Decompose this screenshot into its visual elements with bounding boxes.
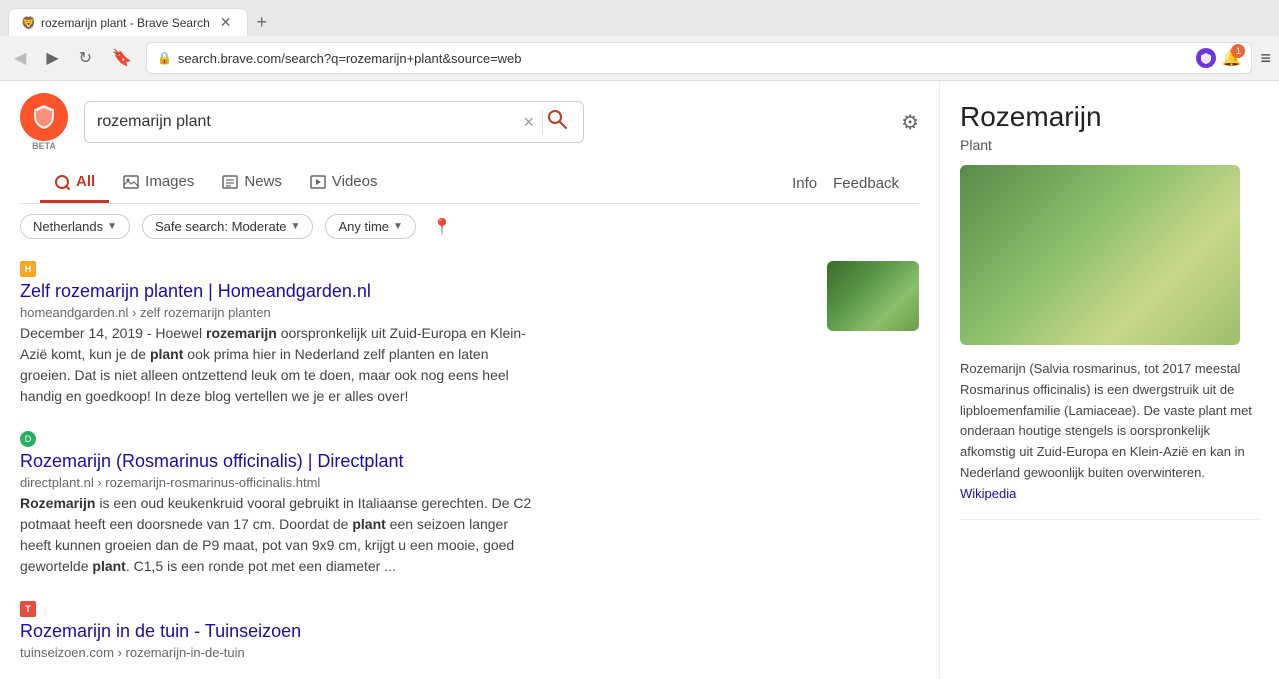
- address-bar[interactable]: 🔒 search.brave.com/search?q=rozemarijn+p…: [146, 42, 1253, 74]
- kp-wikipedia-link[interactable]: Wikipedia: [960, 486, 1016, 501]
- new-tab-button[interactable]: +: [248, 12, 275, 33]
- filters-bar: Netherlands ▼ Safe search: Moderate ▼ An…: [0, 204, 939, 249]
- result-item: T Rozemarijn in de tuin - Tuinseizoen tu…: [20, 601, 919, 663]
- result-header: H Zelf rozemarijn planten | Homeandgarde…: [20, 261, 919, 407]
- result-thumbnail: [827, 261, 919, 331]
- result-left: D Rozemarijn (Rosmarinus officinalis) | …: [20, 431, 919, 577]
- time-filter[interactable]: Any time ▼: [325, 214, 415, 239]
- lock-icon: 🔒: [157, 51, 172, 65]
- brave-shield-icon[interactable]: [1196, 48, 1216, 68]
- result-title[interactable]: Zelf rozemarijn planten | Homeandgarden.…: [20, 281, 371, 301]
- notification-bell[interactable]: 🔔 1: [1222, 48, 1242, 68]
- kp-subtitle: Plant: [960, 137, 1259, 153]
- result-url: homeandgarden.nl › zelf rozemarijn plant…: [20, 305, 827, 320]
- active-tab[interactable]: 🦁 rozemarijn plant - Brave Search ✕: [8, 8, 248, 36]
- tab-close-button[interactable]: ✕: [216, 12, 236, 33]
- reload-button[interactable]: ↻: [73, 44, 98, 72]
- address-text: search.brave.com/search?q=rozemarijn+pla…: [178, 51, 1190, 66]
- tab-bar: 🦁 rozemarijn plant - Brave Search ✕ +: [0, 0, 1279, 36]
- tab-images[interactable]: Images: [109, 163, 208, 203]
- tab-videos[interactable]: Videos: [296, 163, 392, 203]
- back-button[interactable]: ◀: [8, 44, 32, 72]
- videos-icon: [310, 174, 326, 190]
- notification-badge: 1: [1231, 44, 1245, 58]
- browser-chrome: 🦁 rozemarijn plant - Brave Search ✕ + ◀ …: [0, 0, 1279, 81]
- forward-button[interactable]: ▶: [40, 44, 64, 72]
- result-item: D Rozemarijn (Rosmarinus officinalis) | …: [20, 431, 919, 577]
- search-header: BETA rozemarijn plant × ⚙: [0, 81, 939, 204]
- result-title[interactable]: Rozemarijn (Rosmarinus officinalis) | Di…: [20, 451, 403, 471]
- tab-news[interactable]: News: [208, 163, 296, 203]
- result-favicon: T: [20, 601, 36, 617]
- results-area: H Zelf rozemarijn planten | Homeandgarde…: [0, 249, 939, 679]
- result-favicon: D: [20, 431, 36, 447]
- result-item: H Zelf rozemarijn planten | Homeandgarde…: [20, 261, 919, 407]
- main-content: BETA rozemarijn plant × ⚙: [0, 81, 939, 679]
- result-header: T Rozemarijn in de tuin - Tuinseizoen tu…: [20, 601, 919, 663]
- all-icon: [54, 174, 70, 190]
- result-favicon: H: [20, 261, 36, 277]
- country-chevron-icon: ▼: [107, 221, 117, 232]
- kp-inner: Rozemarijn Plant Rozemarijn (Salvia rosm…: [940, 81, 1279, 554]
- time-chevron-icon: ▼: [393, 221, 403, 232]
- result-url: directplant.nl › rozemarijn-rosmarinus-o…: [20, 475, 919, 490]
- settings-icon[interactable]: ⚙: [901, 110, 919, 135]
- safe-search-filter[interactable]: Safe search: Moderate ▼: [142, 214, 313, 239]
- kp-divider: [960, 519, 1259, 520]
- result-left: H Zelf rozemarijn planten | Homeandgarde…: [20, 261, 827, 407]
- info-link[interactable]: Info: [792, 175, 817, 192]
- country-filter[interactable]: Netherlands ▼: [20, 214, 130, 239]
- browser-menu-button[interactable]: ≡: [1260, 48, 1271, 69]
- safe-search-chevron-icon: ▼: [291, 221, 301, 232]
- header-top: BETA rozemarijn plant × ⚙: [20, 93, 919, 151]
- page: BETA rozemarijn plant × ⚙: [0, 81, 1279, 679]
- feedback-link[interactable]: Feedback: [833, 175, 899, 192]
- images-icon: [123, 174, 139, 190]
- location-pin-icon[interactable]: 📍: [432, 217, 452, 237]
- tab-all[interactable]: All: [40, 163, 109, 203]
- result-snippet: December 14, 2019 - Hoewel rozemarijn oo…: [20, 323, 540, 407]
- news-icon: [222, 174, 238, 190]
- result-header: D Rozemarijn (Rosmarinus officinalis) | …: [20, 431, 919, 577]
- result-title[interactable]: Rozemarijn in de tuin - Tuinseizoen: [20, 621, 301, 641]
- kp-description: Rozemarijn (Salvia rosmarinus, tot 2017 …: [960, 359, 1259, 505]
- nav-bar: ◀ ▶ ↻ 🔖 🔒 search.brave.com/search?q=roze…: [0, 36, 1279, 80]
- search-box: rozemarijn plant ×: [84, 101, 584, 143]
- search-input[interactable]: rozemarijn plant: [97, 113, 515, 131]
- result-left: T Rozemarijn in de tuin - Tuinseizoen tu…: [20, 601, 919, 663]
- search-submit-button[interactable]: [543, 109, 571, 135]
- knowledge-panel: Rozemarijn Plant Rozemarijn (Salvia rosm…: [939, 81, 1279, 679]
- kp-title: Rozemarijn: [960, 101, 1259, 133]
- result-snippet: Rozemarijn is een oud keukenkruid vooral…: [20, 493, 540, 577]
- kp-image-visual: [960, 165, 1240, 345]
- result-url: tuinseizoen.com › rozemarijn-in-de-tuin: [20, 645, 919, 660]
- kp-image: [960, 165, 1240, 345]
- search-clear-button[interactable]: ×: [515, 112, 542, 133]
- brave-logo-area: BETA: [20, 93, 68, 151]
- brave-logo: [20, 93, 68, 141]
- tab-title: rozemarijn plant - Brave Search: [41, 16, 210, 30]
- beta-label: BETA: [32, 141, 56, 151]
- tab-favicon: 🦁: [21, 16, 35, 30]
- bookmark-button[interactable]: 🔖: [106, 44, 138, 72]
- nav-tabs: All Images: [20, 163, 919, 204]
